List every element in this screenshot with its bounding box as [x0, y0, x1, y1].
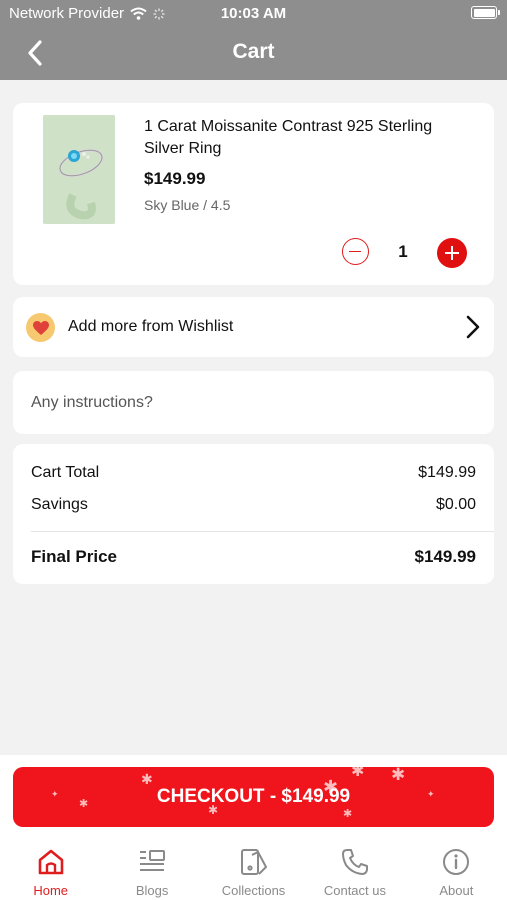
quantity-value: 1: [398, 242, 408, 261]
chevron-right-icon: [466, 315, 480, 339]
phone-icon: [341, 849, 368, 875]
heart-shape: [32, 320, 49, 335]
final-price-row: Final Price $149.99: [31, 547, 476, 567]
summary-divider: [31, 531, 494, 532]
snowflake-decoration: ✱: [343, 808, 353, 820]
product-variant: Sky Blue / 4.5: [144, 197, 231, 213]
checkout-area: ✱ ✱ ✦ ✱ ✱ ✱ ✱ ✱ ✦ CHECKOUT - $149.99: [0, 755, 507, 835]
heart-icon: [26, 313, 55, 342]
collections-icon: [240, 849, 267, 875]
tab-label: Collections: [221, 883, 286, 898]
info-icon: [443, 849, 470, 875]
cart-total-label: Cart Total: [31, 464, 100, 481]
cart-total-row: Cart Total $149.99: [31, 464, 476, 482]
snowflake-decoration: ✱: [351, 767, 365, 780]
savings-value: $0.00: [435, 496, 476, 513]
tab-label: Contact us: [323, 883, 386, 898]
blogs-icon: [140, 850, 166, 871]
price-summary-card: Cart Total $149.99 Savings $0.00 Final P…: [13, 444, 494, 584]
product-price: $149.99: [144, 169, 206, 188]
checkout-label: CHECKOUT - $149.99: [156, 786, 351, 807]
tab-contact[interactable]: Contact us: [304, 835, 405, 900]
checkout-button[interactable]: ✱ ✱ ✦ ✱ ✱ ✱ ✱ ✱ ✦ CHECKOUT - $149.99: [13, 767, 494, 827]
snowflake-decoration: ✱: [391, 767, 406, 784]
final-price-label: Final Price: [31, 547, 117, 566]
home-icon: [38, 849, 64, 875]
tab-label: Blogs: [135, 883, 169, 898]
battery-icon: [471, 6, 500, 19]
tab-home[interactable]: Home: [0, 835, 101, 900]
savings-label: Savings: [31, 496, 88, 513]
product-name[interactable]: 1 Carat Moissanite Contrast 925 Sterling…: [144, 116, 444, 160]
header-bar: Network Provider 10:03 AM Cart: [0, 0, 507, 80]
status-bar: Network Provider 10:03 AM: [0, 0, 507, 28]
tab-blogs[interactable]: Blogs: [101, 835, 202, 900]
tab-collections[interactable]: Collections: [203, 835, 304, 900]
tab-label: About: [439, 883, 474, 898]
wishlist-label: Add more from Wishlist: [68, 318, 234, 335]
page-title: Cart: [232, 40, 275, 63]
tab-bar: Home Blogs Collections Contact us About: [0, 835, 507, 900]
tab-label: Home: [33, 883, 69, 898]
savings-row: Savings $0.00: [31, 496, 476, 514]
cart-item-card: 1 Carat Moissanite Contrast 925 Sterling…: [13, 103, 494, 285]
increase-quantity-button[interactable]: [437, 238, 467, 268]
instructions-input[interactable]: [13, 371, 494, 434]
wishlist-row[interactable]: Add more from Wishlist: [13, 297, 494, 357]
instructions-card: [13, 371, 494, 434]
tab-about[interactable]: About: [406, 835, 507, 900]
cart-total-value: $149.99: [418, 464, 476, 481]
ring-image: [43, 115, 115, 224]
final-price-value: $149.99: [414, 547, 476, 566]
decrease-quantity-button[interactable]: [342, 238, 369, 265]
product-image[interactable]: [43, 115, 115, 224]
status-time: 10:03 AM: [220, 5, 287, 22]
